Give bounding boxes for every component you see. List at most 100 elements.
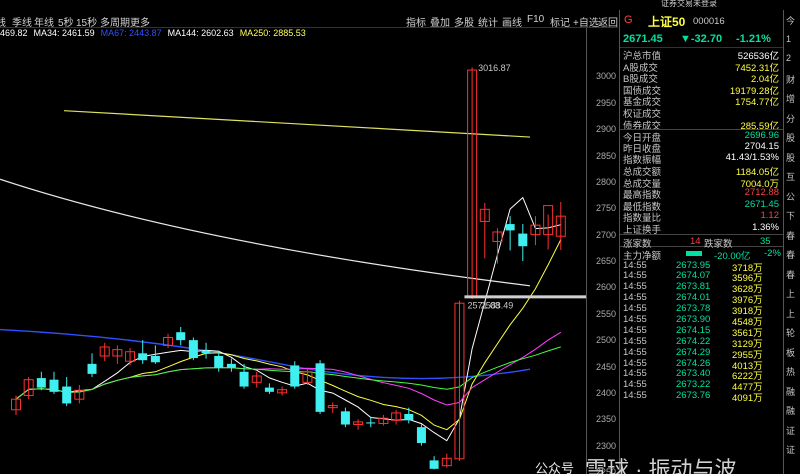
ma-legend-item-4: MA250: 2885.53 xyxy=(239,28,306,38)
side-item-16[interactable]: 轮 xyxy=(786,326,795,339)
candle-body-down xyxy=(315,363,325,412)
candlestick-chart[interactable]: 3016.87 2571.08 2583.49 xyxy=(0,28,586,474)
chart-canvas: 3016.872571.082583.49 xyxy=(0,63,586,470)
timeframe-0[interactable]: 线 xyxy=(0,14,6,29)
index-name[interactable]: 上证50 xyxy=(648,13,685,30)
tick-row: 14:55 2673.95 3718万 xyxy=(620,259,783,274)
stat-value: 1.36% xyxy=(752,221,779,233)
side-item-14[interactable]: 上 xyxy=(786,287,795,300)
price-change: ▼-32.70 xyxy=(680,33,723,45)
toolbar-item-3[interactable]: 统计 xyxy=(478,14,498,29)
candle-body-down xyxy=(62,386,72,404)
last-price: 2671.45 xyxy=(623,33,663,45)
side-item-17[interactable]: 板 xyxy=(786,346,795,359)
side-item-0[interactable]: 今 xyxy=(786,14,795,27)
tick-row: 14:55 2674.15 3561万 xyxy=(620,325,783,339)
side-item-2[interactable]: 2 xyxy=(786,53,791,63)
side-item-8[interactable]: 互 xyxy=(786,170,795,183)
toolbar-item-8[interactable]: 返回 xyxy=(598,14,618,29)
side-item-11[interactable]: 春 xyxy=(786,229,795,242)
side-item-3[interactable]: 财 xyxy=(786,73,795,86)
market-flag: G xyxy=(624,14,633,26)
chart-toolbar: 线季线 年线 5秒 15秒 多周期 更多 指标 叠加 多股 统计 画线 F10 标记 +自选 返回 xyxy=(0,12,618,29)
timeframe-1[interactable]: 季线 xyxy=(12,14,32,29)
index-code: 000016 xyxy=(693,16,725,27)
candle-body-down xyxy=(49,379,59,392)
tick-time: 14:55 xyxy=(623,357,647,369)
side-item-21[interactable]: 证 xyxy=(786,424,795,437)
tick-list[interactable]: 14:55 2673.95 3718万 14:55 2674.07 3596万 14:55 2… xyxy=(620,259,783,405)
side-item-22[interactable]: 证 xyxy=(786,443,795,456)
candle-body-down xyxy=(150,355,160,363)
tick-row: 14:55 2674.26 4013万 xyxy=(620,357,783,372)
price-change-pct: -1.21% xyxy=(736,33,771,45)
tick-row: 14:55 2674.01 3976万 xyxy=(620,292,783,306)
timeframe-3[interactable]: 5秒 xyxy=(58,14,74,29)
tick-price: 2674.26 xyxy=(676,357,711,369)
side-item-20[interactable]: 融 xyxy=(786,404,795,417)
toolbar-item-0[interactable]: 指标 xyxy=(406,14,426,29)
tick-price: 2673.78 xyxy=(676,303,711,315)
tick-time: 14:55 xyxy=(623,281,647,293)
toolbar-item-4[interactable]: 画线 xyxy=(502,14,522,29)
tick-time: 14:55 xyxy=(623,303,647,315)
toolbar-item-6[interactable]: 标记 xyxy=(550,14,570,29)
timeframe-4[interactable]: 15秒 xyxy=(76,14,97,29)
candle-body-down xyxy=(340,411,350,425)
stat-row: 沪总市值 526536亿 xyxy=(620,48,783,62)
right-side-panel: 今12财增分股股互公下春春春上上轮板热融融证证 xyxy=(783,10,800,474)
side-item-13[interactable]: 春 xyxy=(786,268,795,281)
y-tick-label: 2400 xyxy=(595,387,616,398)
tick-row: 14:55 2673.81 3628万 xyxy=(620,281,783,295)
candle-body-down xyxy=(138,353,148,361)
y-tick-label: 2350 xyxy=(595,414,616,425)
ma-legend-item-1: MA34: 2461.59 xyxy=(33,28,95,38)
candle-body-down xyxy=(239,371,249,387)
toolbar-item-1[interactable]: 叠加 xyxy=(430,14,450,29)
stat-row: 指数量比 1.12 xyxy=(620,210,783,224)
toolbar-item-5[interactable]: F10 xyxy=(527,14,544,25)
candle-body-down xyxy=(505,224,515,231)
quote-panel: G 上证50 000016 2671.45 ▼-32.70 -1.21% 沪总市… xyxy=(619,10,783,474)
stat-row: 今日开盘 2696.96 xyxy=(620,129,783,144)
side-item-15[interactable]: 上 xyxy=(786,307,795,320)
side-item-18[interactable]: 热 xyxy=(786,365,795,378)
candle-body-down xyxy=(87,363,97,374)
side-item-5[interactable]: 分 xyxy=(786,112,795,125)
y-tick-label: 2500 xyxy=(595,335,616,346)
price-line: 2671.45 ▼-32.70 -1.21% xyxy=(620,30,783,48)
stock-terminal-window: { "topbar": {"notice": "证券交易未登录"}, "tool… xyxy=(0,0,800,474)
tick-time: 14:55 xyxy=(623,259,647,271)
capital-bar xyxy=(686,250,702,256)
side-item-10[interactable]: 下 xyxy=(786,209,795,222)
toolbar-item-2[interactable]: 多股 xyxy=(454,14,474,29)
tick-price: 2673.95 xyxy=(676,259,711,271)
ma20-line xyxy=(15,331,562,406)
ma67-line xyxy=(0,328,531,380)
tick-row: 14:55 2673.22 4477万 xyxy=(620,379,783,393)
stat-value: 1.12 xyxy=(760,210,780,222)
ma144-line xyxy=(0,178,531,287)
price-axis: 3000 2950 2900 2850 2800 2750 2700 2650 2600 2550… xyxy=(586,28,618,474)
side-item-6[interactable]: 股 xyxy=(786,131,795,144)
tick-volume: 4091万 xyxy=(732,393,763,405)
timeframe-2[interactable]: 年线 xyxy=(34,14,54,29)
stat-row: 总成交额 1184.05亿 xyxy=(620,164,783,178)
timeframe-5[interactable]: 多周期 xyxy=(100,14,130,29)
candle-body-down xyxy=(518,233,528,247)
stat-row: 债券成交 285.59亿 xyxy=(620,118,783,132)
toolbar-item-7[interactable]: +自选 xyxy=(573,14,599,29)
tick-price: 2673.81 xyxy=(676,281,711,293)
main-capital-flow: 主力净额 -20.00亿 -2% xyxy=(620,247,783,262)
side-item-9[interactable]: 公 xyxy=(786,190,795,203)
tick-time: 14:55 xyxy=(623,335,647,347)
side-item-7[interactable]: 股 xyxy=(786,151,795,164)
y-tick-label: 3000 xyxy=(595,71,616,82)
side-item-4[interactable]: 增 xyxy=(786,92,795,105)
candle-body-down xyxy=(429,460,439,469)
side-item-12[interactable]: 春 xyxy=(786,248,795,261)
side-item-19[interactable]: 融 xyxy=(786,385,795,398)
timeframe-6[interactable]: 更多 xyxy=(130,14,150,29)
side-item-1[interactable]: 1 xyxy=(786,34,791,44)
tick-price: 2673.76 xyxy=(676,390,711,402)
